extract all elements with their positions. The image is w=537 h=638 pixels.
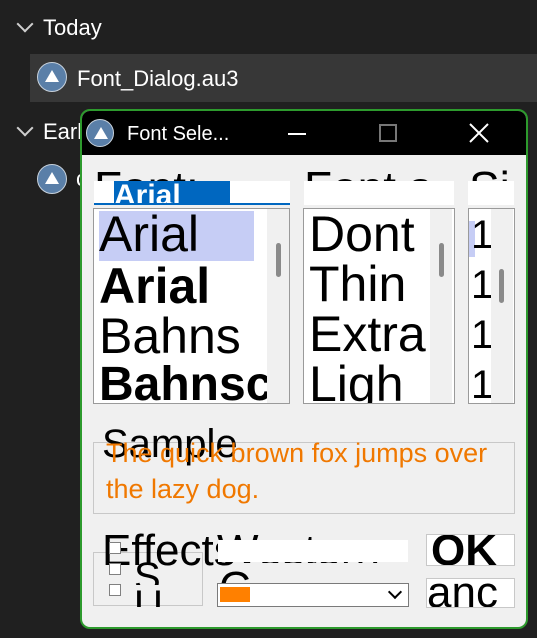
dialog-title: Font Sele... [127, 123, 230, 145]
list-item[interactable]: 1 [471, 365, 493, 403]
strikeout-checkbox[interactable] [109, 542, 121, 554]
font-style-list[interactable]: Dont Thin Extra Ligh [303, 208, 455, 404]
minimize-button[interactable] [280, 119, 314, 147]
list-item[interactable]: 1 [471, 215, 493, 255]
chevron-down-icon[interactable] [16, 15, 34, 33]
list-item[interactable]: Bahns [99, 311, 241, 361]
script-select[interactable] [218, 540, 408, 562]
list-item[interactable]: Arial [99, 261, 210, 311]
font-list-scrollbar[interactable] [267, 209, 289, 403]
autoit-app-icon [86, 119, 114, 147]
title-bar[interactable]: Font Sele... [82, 111, 526, 155]
list-item[interactable]: 1 [471, 315, 493, 355]
editor-background: { "explorer": { "group_today": "Today", … [0, 0, 537, 638]
list-item[interactable]: Dont [309, 209, 415, 259]
close-button[interactable] [462, 119, 496, 147]
file-item-font-dialog[interactable]: Font_Dialog.au3 [30, 54, 537, 102]
file-name-label: Font_Dialog.au3 [77, 66, 239, 91]
list-item[interactable]: Extra [309, 309, 426, 359]
font-name-list[interactable]: Arial Arial Bahns Bahnsch [93, 208, 290, 404]
font-input-selected-text: Arial [114, 181, 230, 203]
maximize-button[interactable] [371, 119, 405, 147]
scrollbar-thumb[interactable] [276, 243, 281, 277]
font-dialog-window: Font Sele... Font: Arial Arial Arial Bah… [80, 109, 528, 629]
list-item[interactable]: Arial [99, 209, 199, 259]
cancel-button[interactable]: anc [426, 578, 515, 608]
chevron-down-icon[interactable] [16, 119, 34, 137]
autoit-file-icon [37, 164, 67, 194]
strikeout-label: S [134, 557, 161, 585]
maximize-icon [379, 124, 397, 142]
list-item[interactable]: 1 [471, 265, 493, 305]
autoit-file-icon [37, 62, 67, 92]
sample-text: The quick brown fox jumps over the lazy … [106, 438, 488, 504]
effect-checkbox[interactable] [109, 584, 121, 596]
ok-button[interactable]: OK [426, 534, 515, 566]
font-style-input[interactable] [304, 181, 454, 205]
group-today-label[interactable]: Today [43, 15, 102, 41]
scrollbar-thumb[interactable] [439, 243, 444, 277]
font-name-input[interactable]: Arial [94, 181, 290, 205]
cancel-button-label: anc [427, 578, 498, 608]
minimize-icon [288, 133, 306, 135]
list-item[interactable]: Ligh [309, 359, 404, 403]
font-size-input[interactable] [468, 181, 514, 205]
underline-checkbox[interactable] [109, 563, 121, 575]
close-icon [469, 123, 489, 143]
color-select[interactable] [217, 583, 409, 607]
size-list-scrollbar[interactable] [491, 209, 513, 403]
color-swatch [220, 587, 250, 602]
underline-label: U [134, 585, 163, 607]
list-item[interactable]: Bahnsch [99, 361, 289, 404]
group-earlier-label[interactable]: Earl [43, 119, 82, 145]
style-list-scrollbar[interactable] [430, 209, 452, 403]
ok-button-label: OK [431, 534, 497, 566]
list-item[interactable]: Thin [309, 259, 406, 309]
scrollbar-thumb[interactable] [499, 269, 504, 303]
chevron-down-icon [387, 584, 403, 600]
font-size-list[interactable]: 1 1 1 1 [468, 208, 515, 404]
